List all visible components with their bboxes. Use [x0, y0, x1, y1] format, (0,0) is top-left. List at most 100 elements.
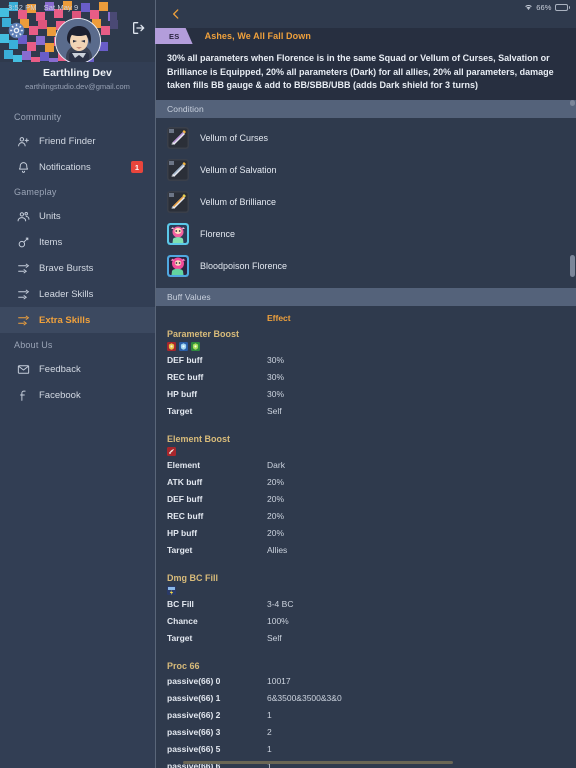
buff-key: passive(66) 1 [167, 693, 221, 704]
list-item[interactable]: Florence [155, 218, 576, 250]
bell-icon [17, 161, 30, 174]
buff-value: Dark [267, 459, 285, 470]
buff-key: DEF buff [167, 354, 203, 365]
sidebar-item-label: Friend Finder [39, 135, 96, 147]
buff-key: Target [167, 405, 193, 416]
sidebar-item-notifications[interactable]: Notifications 1 [0, 154, 155, 180]
condition-list: Vellum of Curses Vellum of Salvation Vel… [155, 117, 576, 288]
sidebar: Earthling Dev earthlingstudio.dev@gmail.… [0, 0, 155, 768]
sidebar-item-label: Leader Skills [39, 288, 94, 300]
sidebar-item-label: Units [39, 210, 61, 222]
condition-item-label: Bloodpoison Florence [200, 260, 288, 271]
sliders-icon [17, 314, 30, 327]
sidebar-nav: Community Friend Finder Notifications 1 … [0, 105, 155, 408]
sidebar-item-units[interactable]: Units [0, 203, 155, 229]
logout-icon[interactable] [131, 20, 147, 36]
condition-item-label: Vellum of Salvation [200, 164, 277, 175]
sidebar-item-label: Feedback [39, 363, 81, 375]
nav-group-header-gameplay: Gameplay [14, 187, 57, 197]
buff-value: 10017 [267, 676, 291, 687]
top-bar [155, 0, 576, 28]
buff-key: Target [167, 633, 193, 644]
sliders-icon [17, 288, 30, 301]
skill-description: 30% all parameters when Florence is in t… [167, 53, 554, 90]
buff-row: ATK buff 20% [155, 474, 576, 491]
buff-row: BC Fill 3-4 BC [155, 596, 576, 613]
buff-icon-blue [179, 341, 188, 351]
buff-row: passive(66) 3 2 [155, 724, 576, 741]
nav-group-header-community: Community [14, 112, 62, 122]
buff-scroll-area[interactable]: Effect Parameter Boost DEF buff 30% REC … [155, 306, 576, 768]
buff-row: Target Self [155, 630, 576, 647]
buff-block-proc-66: Proc 66 passive(66) 0 10017 passive(66) … [155, 661, 576, 768]
buff-row: REC buff 20% [155, 508, 576, 525]
buff-key: REC buff [167, 510, 204, 521]
sidebar-item-extra-skills[interactable]: Extra Skills [0, 307, 155, 333]
buff-block-icons [155, 341, 576, 352]
buff-key: ATK buff [167, 476, 203, 487]
buff-key: BC Fill [167, 598, 194, 609]
list-item[interactable]: Vellum of Brilliance [155, 186, 576, 218]
sidebar-item-friend-finder[interactable]: Friend Finder [0, 128, 155, 154]
buff-row: DEF buff 30% [155, 352, 576, 369]
sidebar-item-brave-bursts[interactable]: Brave Bursts [0, 255, 155, 281]
chevron-left-icon[interactable] [169, 7, 183, 21]
buff-block-title: Dmg BC Fill [167, 572, 218, 583]
buff-block-icons [155, 585, 576, 596]
sidebar-item-facebook[interactable]: Facebook [0, 382, 155, 408]
buff-value: 1 [267, 744, 272, 755]
buff-value: Self [267, 633, 282, 644]
buff-row: HP buff 30% [155, 386, 576, 403]
horizontal-scrollbar[interactable] [183, 761, 453, 764]
buff-value: Self [267, 405, 282, 416]
buff-value: 1 [267, 710, 272, 721]
item-sprite-vellum-curses [167, 126, 189, 149]
buff-value: 6&3500&3500&3&0 [267, 693, 342, 704]
notification-badge: 1 [131, 161, 143, 173]
buff-row: passive(66) 1 6&3500&3500&3&0 [155, 690, 576, 707]
buff-value: 20% [267, 527, 285, 538]
condition-section-header: Condition [155, 99, 576, 118]
buff-row: passive(66) 0 10017 [155, 673, 576, 690]
list-item[interactable]: Vellum of Salvation [155, 154, 576, 186]
buff-row: Target Allies [155, 542, 576, 559]
buff-key: passive(66) 2 [167, 710, 221, 721]
sidebar-item-label: Notifications [39, 161, 91, 173]
sidebar-item-leader-skills[interactable]: Leader Skills [0, 281, 155, 307]
list-item[interactable]: Vellum of Curses [155, 122, 576, 154]
users-icon [17, 210, 30, 223]
sidebar-item-feedback[interactable]: Feedback [0, 356, 155, 382]
vertical-scrollbar-top[interactable] [570, 100, 575, 106]
buff-value: 20% [267, 493, 285, 504]
avatar[interactable] [54, 18, 101, 62]
item-sprite-vellum-salvation [167, 158, 189, 181]
sliders-icon [17, 262, 30, 275]
buff-block-title: Proc 66 [167, 661, 200, 672]
sidebar-item-label: Facebook [39, 389, 81, 401]
main-panel: ES Ashes, We All Fall Down 30% all param… [155, 0, 576, 768]
unit-sprite-florence [167, 222, 189, 245]
sidebar-item-label: Extra Skills [39, 314, 91, 326]
condition-item-label: Vellum of Curses [200, 132, 269, 143]
buff-key: DEF buff [167, 493, 203, 504]
vertical-scrollbar[interactable] [570, 255, 575, 277]
buff-row: HP buff 20% [155, 525, 576, 542]
gear-icon[interactable] [8, 22, 25, 39]
condition-item-label: Florence [200, 228, 236, 239]
buff-value: 20% [267, 476, 285, 487]
skill-name: Ashes, We All Fall Down [204, 31, 311, 41]
buff-icon-dark [167, 446, 176, 456]
buff-row: passive(66) 2 1 [155, 707, 576, 724]
buff-key: passive(66) 0 [167, 676, 221, 687]
buff-key: HP buff [167, 527, 198, 538]
buff-value: 100% [267, 616, 289, 627]
buff-row: Element Dark [155, 457, 576, 474]
buff-value: Allies [267, 544, 288, 555]
buff-block-parameter-boost: Parameter Boost DEF buff 30% REC buff 30… [155, 329, 576, 420]
buff-block-icons [155, 446, 576, 457]
sidebar-item-items[interactable]: Items [0, 229, 155, 255]
buff-block-title: Parameter Boost [167, 328, 240, 339]
effect-column-header: Effect [267, 312, 291, 323]
list-item[interactable]: Bloodpoison Florence [155, 250, 576, 282]
buff-key: HP buff [167, 388, 198, 399]
